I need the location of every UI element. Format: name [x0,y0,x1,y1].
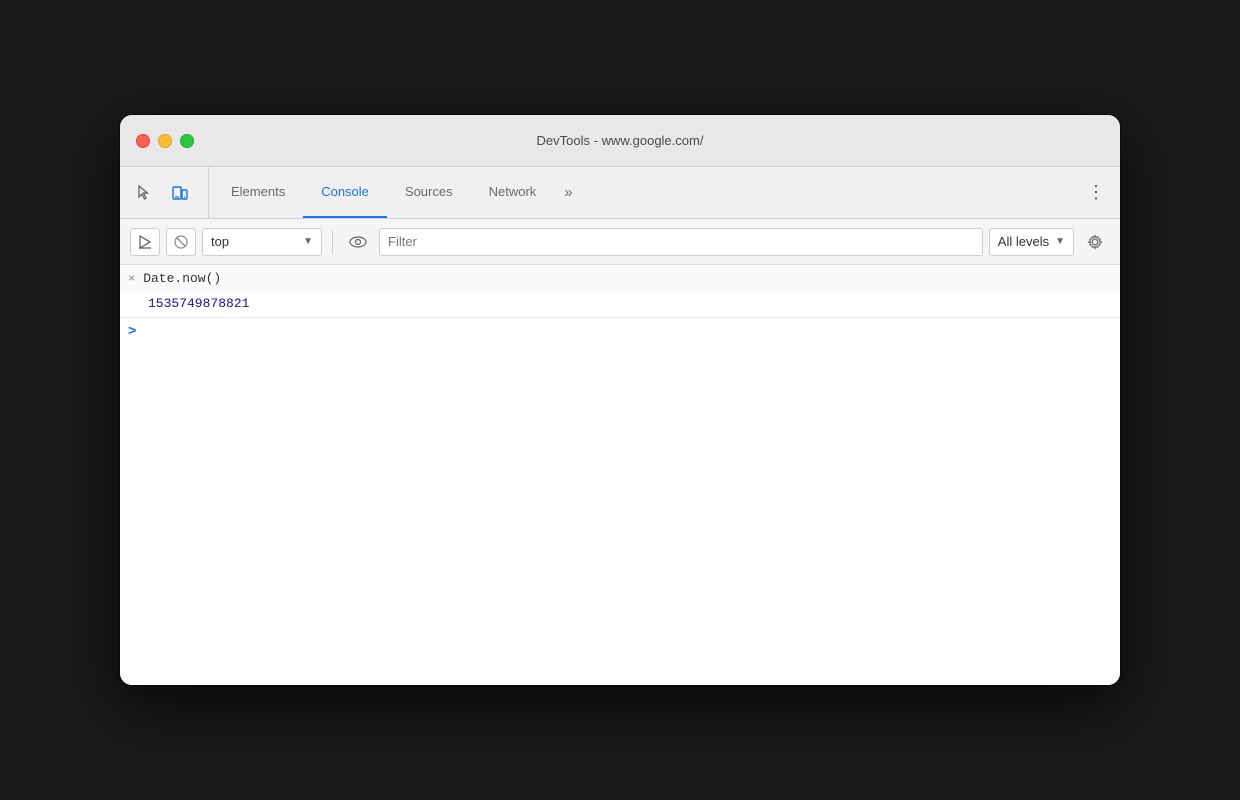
log-levels-selector[interactable]: All levels ▼ [989,228,1074,256]
devtools-menu-button[interactable]: ⋮ [1080,177,1112,209]
device-icon [171,184,189,202]
console-content: × Date.now() 1535749878821 > [120,265,1120,685]
console-entry-input-line: × Date.now() [120,265,1120,292]
context-dropdown-arrow: ▼ [303,236,313,247]
entry-error-icon: × [128,271,135,286]
gear-icon [1087,234,1103,250]
console-input-row: > [120,318,1120,346]
tab-network[interactable]: Network [471,167,555,218]
levels-dropdown-arrow: ▼ [1055,236,1065,247]
tab-bar: Elements Console Sources Network » ⋮ [120,167,1120,219]
eye-icon [349,235,367,249]
minimize-button[interactable] [158,134,172,148]
clear-icon [174,235,188,249]
tab-elements[interactable]: Elements [213,167,303,218]
console-toolbar: top ▼ All levels ▼ [120,219,1120,265]
device-mode-button[interactable] [164,177,196,209]
devtools-window: DevTools - www.google.com/ [120,115,1120,685]
tab-bar-end: ⋮ [1080,167,1112,218]
filter-input[interactable] [379,228,983,256]
more-tabs-button[interactable]: » [554,167,582,218]
execute-icon [138,235,152,249]
maximize-button[interactable] [180,134,194,148]
execute-button[interactable] [130,228,160,256]
live-expression-button[interactable] [343,228,373,256]
tab-bar-icons [128,167,209,218]
console-entry: × Date.now() 1535749878821 [120,265,1120,318]
tab-console[interactable]: Console [303,167,387,218]
entry-output-value: 1535749878821 [148,296,249,311]
close-button[interactable] [136,134,150,148]
entry-code: Date.now() [143,271,221,286]
window-title: DevTools - www.google.com/ [537,133,704,148]
context-selector[interactable]: top ▼ [202,228,322,256]
inspect-icon-button[interactable] [128,177,160,209]
traffic-lights [136,134,194,148]
toolbar-divider [332,230,333,254]
clear-console-button[interactable] [166,228,196,256]
console-input[interactable] [144,325,1112,340]
cursor-icon [135,184,153,202]
console-prompt: > [128,324,136,340]
tab-sources[interactable]: Sources [387,167,471,218]
settings-button[interactable] [1080,228,1110,256]
tabs-container: Elements Console Sources Network » [213,167,1080,218]
title-bar: DevTools - www.google.com/ [120,115,1120,167]
console-entry-output-line: 1535749878821 [120,292,1120,317]
